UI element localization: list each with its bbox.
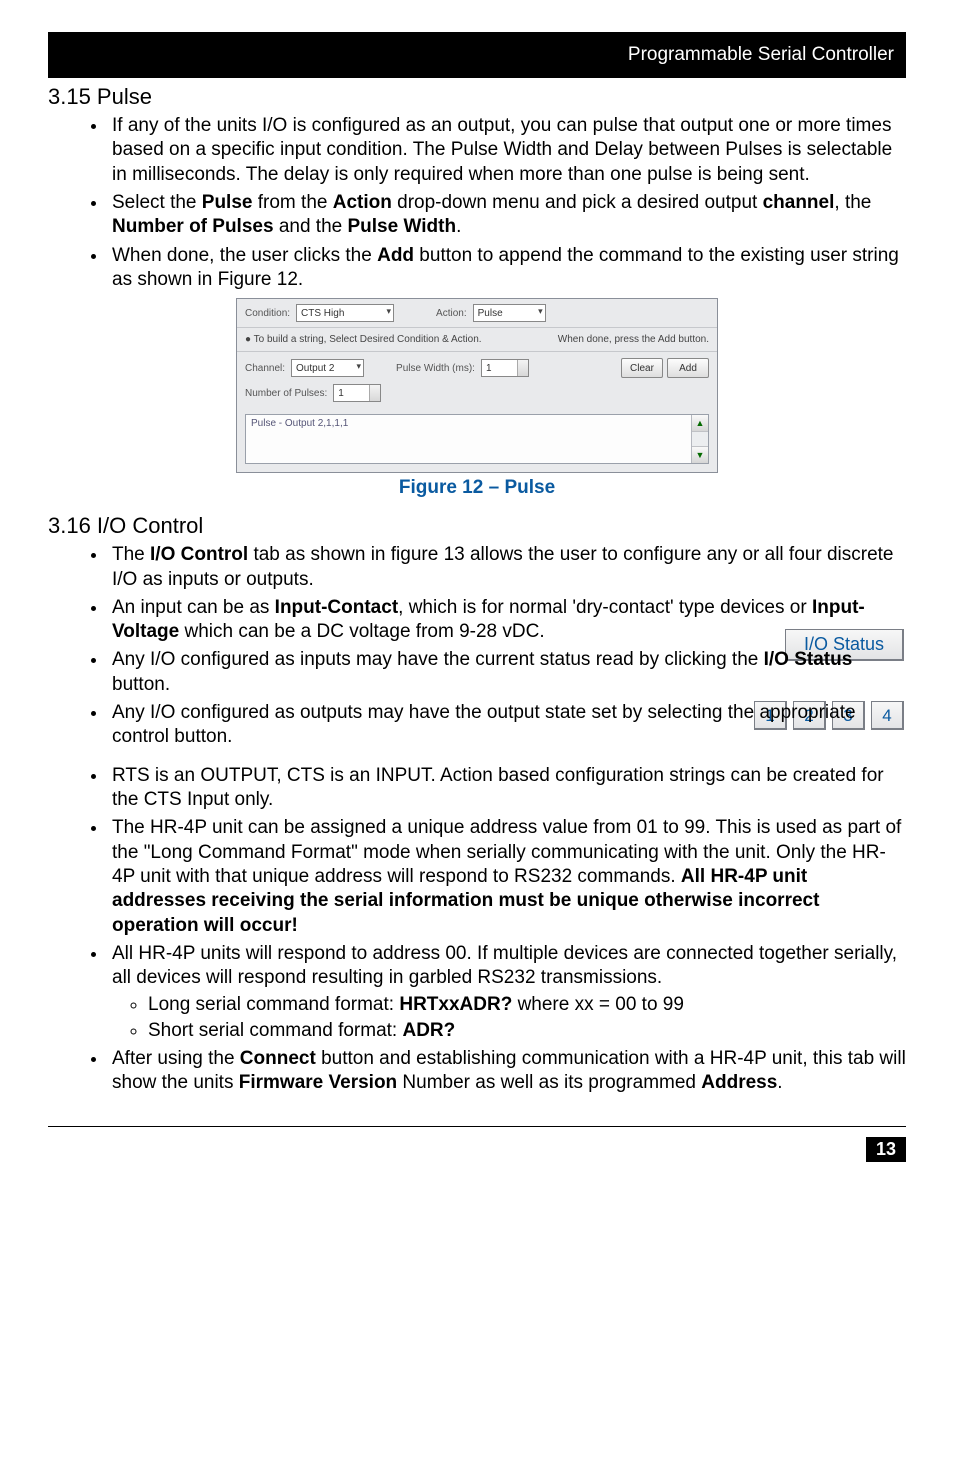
- io-bullet-4: Any I/O configured as outputs may have t…: [108, 701, 906, 760]
- output-4-button[interactable]: 4: [871, 701, 904, 730]
- header-bar: Programmable Serial Controller: [48, 32, 906, 78]
- section-pulse-title: 3.15 Pulse: [48, 84, 906, 110]
- condition-select[interactable]: CTS High: [296, 304, 394, 322]
- num-pulses-label: Number of Pulses:: [245, 388, 327, 399]
- pulse-bullet-3: When done, the user clicks the Add butto…: [108, 244, 906, 293]
- io-sub-short: Short serial command format: ADR?: [148, 1019, 906, 1043]
- pulse-bullet-1: If any of the units I/O is configured as…: [108, 114, 906, 187]
- hint-left: ● To build a string, Select Desired Cond…: [245, 334, 482, 345]
- num-pulses-spinner[interactable]: 1: [333, 384, 381, 402]
- pulse-bullet-2: Select the Pulse from the Action drop-do…: [108, 191, 906, 240]
- scroll-up-icon[interactable]: ▲: [692, 415, 708, 432]
- condition-label: Condition:: [245, 308, 290, 319]
- section-io-title: 3.16 I/O Control: [48, 513, 906, 539]
- action-select[interactable]: Pulse: [473, 304, 546, 322]
- io-bullet-5: RTS is an OUTPUT, CTS is an INPUT. Actio…: [108, 764, 906, 813]
- page-number: 13: [866, 1137, 906, 1162]
- figure-12-screenshot: Condition: CTS High Action: Pulse ● To b…: [236, 298, 718, 473]
- clear-button[interactable]: Clear: [621, 358, 663, 378]
- hint-right: When done, press the Add button.: [558, 334, 709, 345]
- io-bullet-3: Any I/O configured as inputs may have th…: [108, 648, 906, 697]
- io-sub-long: Long serial command format: HRTxxADR? wh…: [148, 993, 906, 1017]
- action-label: Action:: [436, 308, 467, 319]
- channel-label: Channel:: [245, 363, 285, 374]
- figure-12-caption: Figure 12 – Pulse: [48, 477, 906, 499]
- channel-select[interactable]: Output 2: [291, 359, 364, 377]
- scrollbar[interactable]: ▲ ▼: [691, 415, 708, 463]
- pulse-width-spinner[interactable]: 1: [481, 359, 529, 377]
- add-button[interactable]: Add: [667, 358, 709, 378]
- io-bullet-1: The I/O Control tab as shown in figure 1…: [108, 543, 906, 592]
- io-bullet-6: The HR-4P unit can be assigned a unique …: [108, 816, 906, 938]
- io-bullet-8: After using the Connect button and estab…: [108, 1047, 906, 1096]
- scroll-down-icon[interactable]: ▼: [692, 446, 708, 463]
- string-textarea[interactable]: Pulse - Output 2,1,1,1 ▲ ▼: [245, 414, 709, 464]
- pulse-width-label: Pulse Width (ms):: [396, 363, 475, 374]
- io-bullet-7: All HR-4P units will respond to address …: [108, 942, 906, 1043]
- header-title: Programmable Serial Controller: [628, 44, 894, 66]
